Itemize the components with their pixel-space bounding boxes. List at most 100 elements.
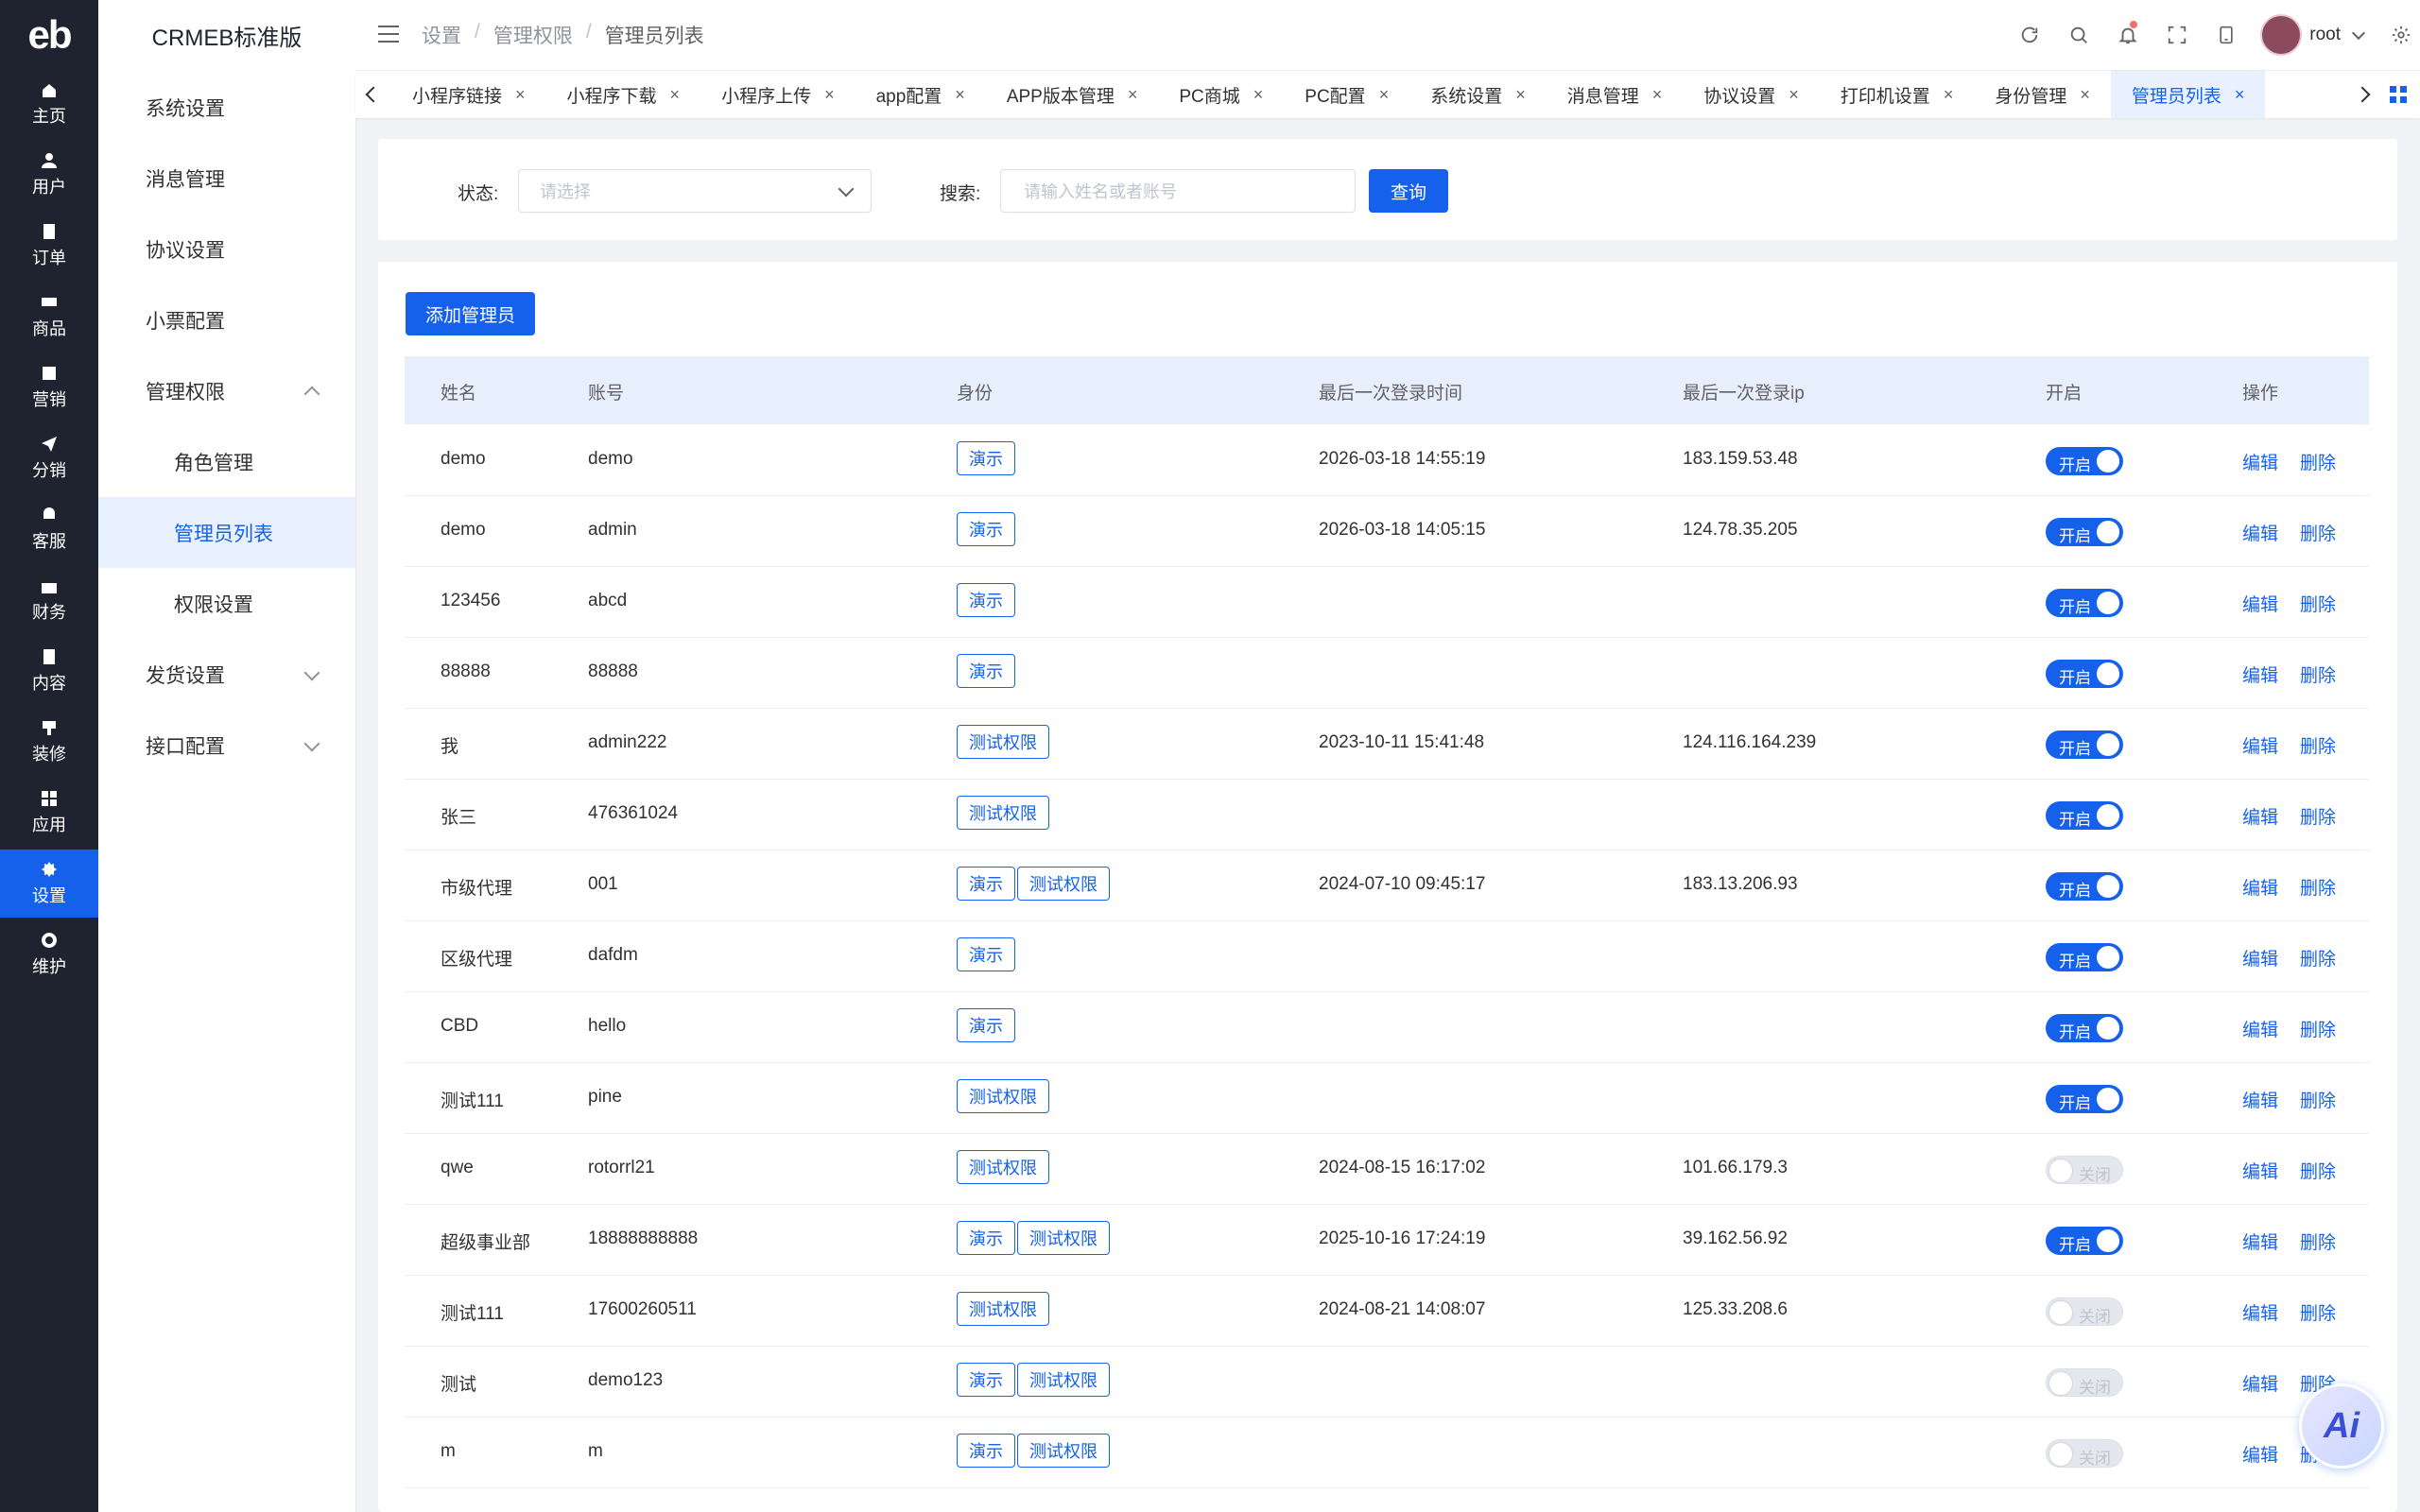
query-button[interactable]: 查询 <box>1369 169 1448 213</box>
enable-toggle[interactable]: 开启 <box>2046 730 2123 759</box>
gear-icon[interactable] <box>2382 0 2420 70</box>
delete-link[interactable]: 删除 <box>2300 1299 2336 1325</box>
submenu-item-admin-list[interactable]: 管理员列表 <box>98 497 355 568</box>
delete-link[interactable]: 删除 <box>2300 1158 2336 1183</box>
enable-toggle[interactable]: 开启 <box>2046 1085 2123 1113</box>
tab-item[interactable]: 打印机设置 × <box>1820 71 1975 118</box>
tablet-icon[interactable] <box>2202 0 2251 70</box>
submenu-item-receipt[interactable]: 小票配置 <box>98 284 355 355</box>
fullscreen-icon[interactable] <box>2152 0 2202 70</box>
tab-item[interactable]: 小程序下载 × <box>546 71 701 118</box>
delete-link[interactable]: 删除 <box>2300 732 2336 758</box>
rail-item-distribution[interactable]: 分销 <box>0 424 98 492</box>
rail-item-apps[interactable]: 应用 <box>0 779 98 847</box>
close-icon[interactable]: × <box>2235 85 2245 105</box>
edit-link[interactable]: 编辑 <box>2242 945 2278 971</box>
edit-link[interactable]: 编辑 <box>2242 1441 2278 1467</box>
delete-link[interactable]: 删除 <box>2300 1228 2336 1254</box>
rail-item-order[interactable]: 订单 <box>0 212 98 280</box>
submenu-item-permission-settings[interactable]: 权限设置 <box>98 568 355 639</box>
edit-link[interactable]: 编辑 <box>2242 732 2278 758</box>
edit-link[interactable]: 编辑 <box>2242 591 2278 616</box>
edit-link[interactable]: 编辑 <box>2242 1158 2278 1183</box>
enable-toggle[interactable]: 开启 <box>2046 943 2123 971</box>
close-icon[interactable]: × <box>1789 85 1799 105</box>
rail-item-service[interactable]: 客服 <box>0 495 98 563</box>
delete-link[interactable]: 删除 <box>2300 449 2336 474</box>
edit-link[interactable]: 编辑 <box>2242 662 2278 687</box>
enable-toggle[interactable]: 开启 <box>2046 801 2123 830</box>
close-icon[interactable]: × <box>1652 85 1663 105</box>
close-icon[interactable]: × <box>515 85 526 105</box>
edit-link[interactable]: 编辑 <box>2242 1370 2278 1396</box>
edit-link[interactable]: 编辑 <box>2242 874 2278 900</box>
close-icon[interactable]: × <box>955 85 965 105</box>
tab-item[interactable]: PC配置 × <box>1284 71 1409 118</box>
tab-item[interactable]: 协议设置 × <box>1683 71 1820 118</box>
rail-item-decoration[interactable]: 装修 <box>0 708 98 776</box>
rail-item-content[interactable]: 内容 <box>0 637 98 705</box>
submenu-item-roles[interactable]: 角色管理 <box>98 426 355 497</box>
enable-toggle[interactable]: 开启 <box>2046 518 2123 546</box>
enable-toggle[interactable]: 关闭 <box>2046 1439 2123 1468</box>
edit-link[interactable]: 编辑 <box>2242 1299 2278 1325</box>
submenu-item-agreement[interactable]: 协议设置 <box>98 214 355 284</box>
close-icon[interactable]: × <box>1253 85 1264 105</box>
menu-toggle-icon[interactable] <box>378 26 399 43</box>
delete-link[interactable]: 删除 <box>2300 591 2336 616</box>
rail-item-home[interactable]: 主页 <box>0 70 98 138</box>
tab-item[interactable]: 消息管理 × <box>1547 71 1684 118</box>
tab-item[interactable]: PC商城 × <box>1158 71 1284 118</box>
search-icon[interactable] <box>2054 0 2103 70</box>
breadcrumb-item[interactable]: 管理权限 <box>493 21 573 49</box>
breadcrumb-item[interactable]: 设置 <box>422 21 461 49</box>
ai-assistant-button[interactable]: Ai <box>2299 1383 2384 1469</box>
edit-link[interactable]: 编辑 <box>2242 803 2278 829</box>
rail-item-maintenance[interactable]: 维护 <box>0 920 98 988</box>
add-admin-button[interactable]: 添加管理员 <box>406 292 535 335</box>
delete-link[interactable]: 删除 <box>2300 874 2336 900</box>
tabs-scroll-right-icon[interactable] <box>2348 71 2377 118</box>
rail-item-marketing[interactable]: 营销 <box>0 353 98 421</box>
tab-item[interactable]: 小程序上传 × <box>700 71 856 118</box>
enable-toggle[interactable]: 开启 <box>2046 1227 2123 1255</box>
edit-link[interactable]: 编辑 <box>2242 1087 2278 1112</box>
enable-toggle[interactable]: 开启 <box>2046 447 2123 475</box>
rail-item-settings[interactable]: 设置 <box>0 850 98 918</box>
delete-link[interactable]: 删除 <box>2300 1016 2336 1041</box>
rail-item-user[interactable]: 用户 <box>0 141 98 209</box>
submenu-item-shipping[interactable]: 发货设置 <box>98 639 355 710</box>
submenu-item-permissions[interactable]: 管理权限 <box>98 355 355 426</box>
rail-item-finance[interactable]: 财务 <box>0 566 98 634</box>
delete-link[interactable]: 删除 <box>2300 1087 2336 1112</box>
enable-toggle[interactable]: 开启 <box>2046 660 2123 688</box>
edit-link[interactable]: 编辑 <box>2242 1228 2278 1254</box>
edit-link[interactable]: 编辑 <box>2242 449 2278 474</box>
rail-item-product[interactable]: 商品 <box>0 283 98 351</box>
refresh-icon[interactable] <box>2005 0 2054 70</box>
enable-toggle[interactable]: 开启 <box>2046 872 2123 901</box>
search-input[interactable]: 请输入姓名或者账号 <box>1000 169 1356 213</box>
submenu-item-system-settings[interactable]: 系统设置 <box>98 72 355 143</box>
delete-link[interactable]: 删除 <box>2300 520 2336 545</box>
tabs-scroll-left-icon[interactable] <box>359 71 388 118</box>
enable-toggle[interactable]: 关闭 <box>2046 1297 2123 1326</box>
enable-toggle[interactable]: 开启 <box>2046 589 2123 617</box>
tab-item[interactable]: 系统设置 × <box>1409 71 1547 118</box>
user-menu[interactable]: root <box>2260 14 2373 56</box>
close-icon[interactable]: × <box>1515 85 1526 105</box>
tab-item[interactable]: 小程序链接 × <box>391 71 546 118</box>
close-icon[interactable]: × <box>824 85 835 105</box>
close-icon[interactable]: × <box>1379 85 1390 105</box>
close-icon[interactable]: × <box>2080 85 2090 105</box>
enable-toggle[interactable]: 开启 <box>2046 1014 2123 1042</box>
submenu-item-message[interactable]: 消息管理 <box>98 143 355 214</box>
tab-item[interactable]: app配置 × <box>856 71 986 118</box>
tab-item[interactable]: APP版本管理 × <box>986 71 1159 118</box>
app-logo[interactable]: eb <box>0 0 98 70</box>
tab-item[interactable]: 管理员列表 × <box>2110 71 2266 118</box>
delete-link[interactable]: 删除 <box>2300 662 2336 687</box>
enable-toggle[interactable]: 关闭 <box>2046 1156 2123 1184</box>
tab-item[interactable]: 身份管理 × <box>1974 71 2111 118</box>
edit-link[interactable]: 编辑 <box>2242 520 2278 545</box>
